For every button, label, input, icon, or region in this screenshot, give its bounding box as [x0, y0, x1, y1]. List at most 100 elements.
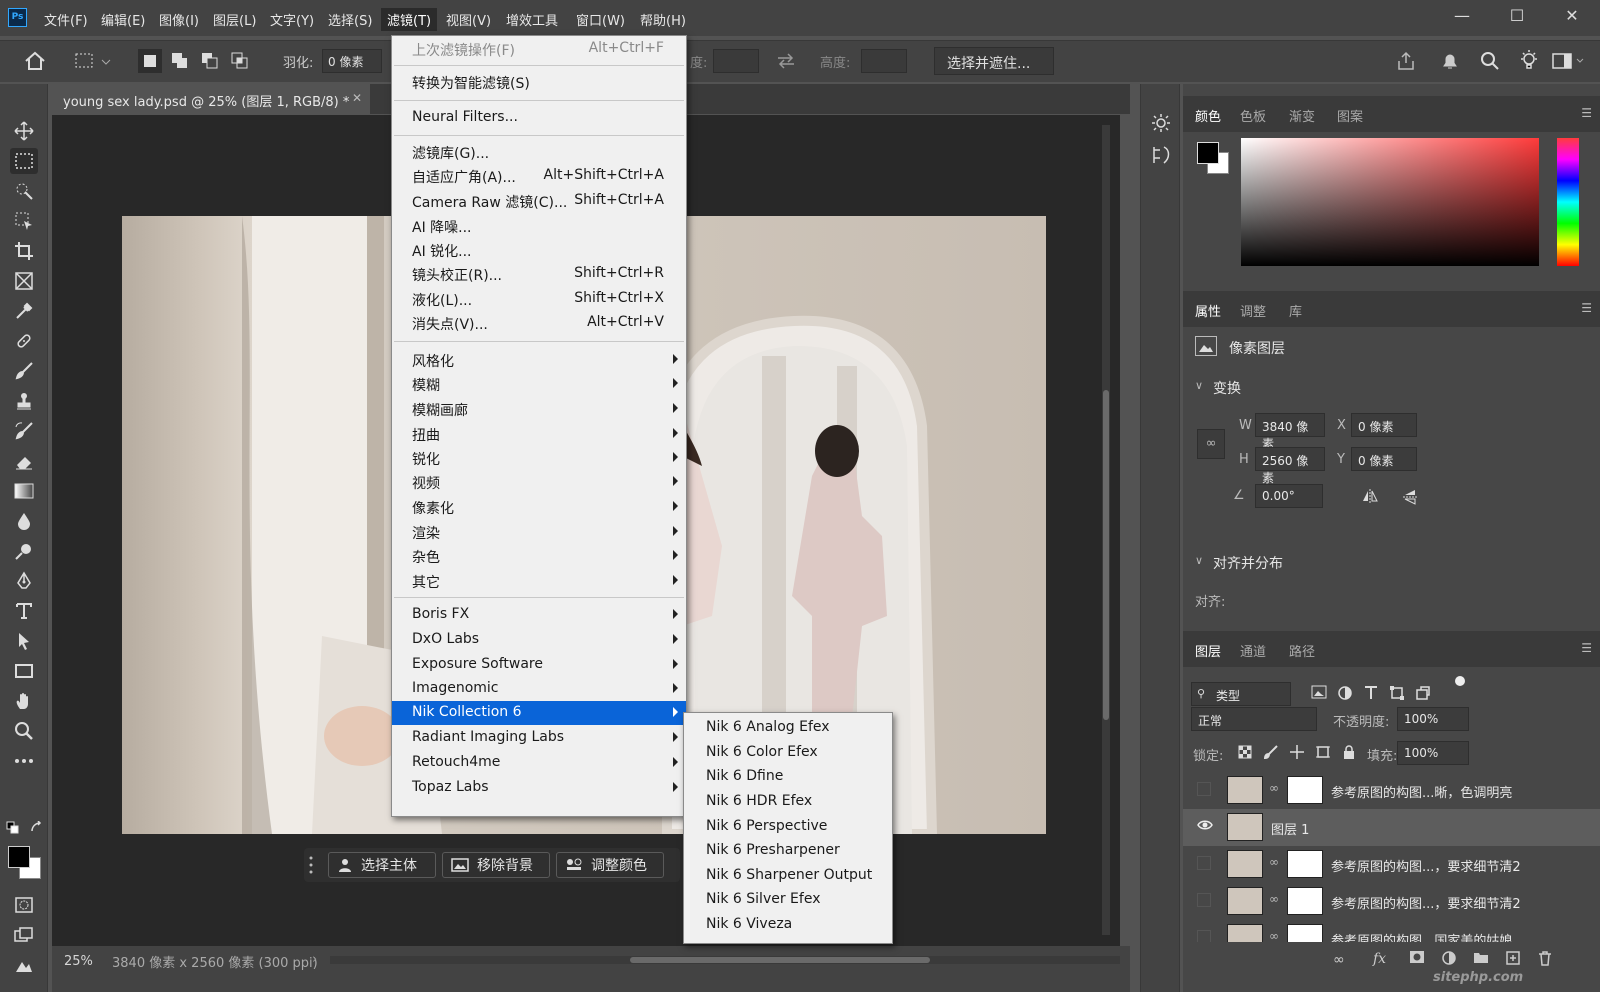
new-selection-icon[interactable] — [138, 49, 162, 73]
flip-horizontal-icon[interactable] — [1361, 488, 1379, 504]
delete-layer-icon[interactable] — [1537, 950, 1553, 966]
healing-brush-tool-icon[interactable] — [10, 328, 38, 354]
menu-help[interactable]: 帮助(H) — [634, 8, 692, 31]
menu-view[interactable]: 视图(V) — [440, 8, 497, 31]
menu-edit[interactable]: 编辑(E) — [95, 8, 151, 31]
layers-panel-menu-icon[interactable]: ☰ — [1581, 641, 1592, 655]
filter-smart-object-icon[interactable] — [1415, 685, 1431, 701]
add-mask-icon[interactable] — [1409, 950, 1425, 964]
menu-select[interactable]: 选择(S) — [322, 8, 378, 31]
layer-mask-thumbnail[interactable] — [1287, 850, 1323, 878]
layer-row[interactable]: ∞ 参考原图的构图...晰，色调明亮 — [1183, 772, 1600, 809]
menu-item-adaptive-wide-angle[interactable]: 自适应广角(A)... Alt+Shift+Ctrl+A — [392, 164, 686, 188]
intersect-selection-icon[interactable] — [228, 49, 252, 73]
menu-item-pixelate[interactable]: 像素化 — [392, 495, 686, 519]
feather-input[interactable]: 0 像素 — [322, 49, 382, 73]
menu-filter[interactable]: 滤镜(T) — [381, 8, 438, 31]
menu-item-vanishing-point[interactable]: 消失点(V)... Alt+Ctrl+V — [392, 311, 686, 335]
select-and-mask-button[interactable]: 选择并遮住... — [934, 47, 1054, 75]
transform-chevron-icon[interactable]: ∨ — [1195, 379, 1203, 392]
adjustments-panel-icon[interactable] — [1150, 144, 1172, 166]
gradient-tool-icon[interactable] — [10, 478, 38, 504]
width-input[interactable] — [713, 49, 759, 73]
visibility-toggle[interactable] — [1197, 930, 1211, 942]
close-window-icon[interactable]: ✕ — [1560, 4, 1584, 28]
lock-artboard-icon[interactable] — [1315, 744, 1331, 760]
menu-item-convert-smart-filters[interactable]: 转换为智能滤镜(S) — [392, 70, 686, 94]
visibility-toggle[interactable] — [1197, 893, 1211, 907]
align-section-title[interactable]: 对齐并分布 — [1213, 553, 1283, 573]
blur-tool-icon[interactable] — [10, 508, 38, 534]
layer-filter-select[interactable]: 类型 — [1191, 682, 1291, 706]
quick-selection-tool-icon[interactable] — [10, 178, 38, 204]
learn-panel-icon[interactable] — [1150, 112, 1172, 134]
close-tab-icon[interactable]: ✕ — [352, 91, 362, 105]
type-tool-icon[interactable] — [10, 598, 38, 624]
lock-position-icon[interactable] — [1289, 744, 1305, 760]
eyedropper-tool-icon[interactable] — [10, 298, 38, 324]
submenu-item-analog-efex[interactable]: Nik 6 Analog Efex — [706, 719, 830, 735]
menu-item-blur-gallery[interactable]: 模糊画廊 — [392, 397, 686, 421]
opacity-field[interactable]: 100% — [1397, 707, 1469, 731]
menu-image[interactable]: 图像(I) — [153, 8, 205, 31]
chain-link-icon[interactable]: ∞ — [1269, 892, 1279, 906]
submenu-item-sharpener-output[interactable]: Nik 6 Sharpener Output — [706, 867, 872, 883]
minimize-icon[interactable]: — — [1450, 4, 1474, 28]
tab-channels[interactable]: 通道 — [1240, 641, 1266, 660]
add-selection-icon[interactable] — [168, 49, 192, 73]
bell-icon[interactable] — [1440, 51, 1460, 71]
zoom-level[interactable]: 25% — [64, 954, 93, 969]
tab-libraries[interactable]: 库 — [1289, 301, 1302, 320]
menu-item-radiant-imaging-labs[interactable]: Radiant Imaging Labs — [392, 726, 686, 750]
foreground-color-swatch[interactable] — [8, 846, 30, 868]
rectangle-tool-icon[interactable] — [10, 658, 38, 684]
maximize-icon[interactable]: ☐ — [1505, 4, 1529, 28]
filter-type-icon[interactable] — [1363, 685, 1379, 701]
color-panel-menu-icon[interactable]: ☰ — [1581, 106, 1592, 120]
tab-patterns[interactable]: 图案 — [1337, 106, 1363, 125]
height-field[interactable]: 2560 像素 — [1255, 447, 1325, 485]
filter-shape-icon[interactable] — [1389, 685, 1405, 701]
screen-mode-icon[interactable] — [10, 922, 38, 948]
new-layer-icon[interactable] — [1505, 950, 1521, 966]
drag-handle-icon[interactable] — [308, 855, 314, 875]
submenu-item-presharpener[interactable]: Nik 6 Presharpener — [706, 842, 840, 858]
menu-item-liquify[interactable]: 液化(L)... Shift+Ctrl+X — [392, 287, 686, 311]
layer-mask-thumbnail[interactable] — [1287, 776, 1323, 804]
tab-paths[interactable]: 路径 — [1289, 641, 1315, 660]
new-group-icon[interactable] — [1473, 950, 1489, 964]
visibility-toggle[interactable] — [1197, 856, 1211, 870]
frame-tool-icon[interactable] — [10, 268, 38, 294]
menu-item-distort[interactable]: 扭曲 — [392, 422, 686, 446]
tab-swatches[interactable]: 色板 — [1240, 106, 1266, 125]
menu-item-exposure-software[interactable]: Exposure Software — [392, 653, 686, 677]
submenu-item-perspective[interactable]: Nik 6 Perspective — [706, 818, 827, 834]
object-selection-tool-icon[interactable] — [10, 208, 38, 234]
tab-layers[interactable]: 图层 — [1195, 641, 1221, 660]
quick-mask-icon[interactable] — [10, 892, 38, 918]
menu-item-neural-filters[interactable]: Neural Filters... — [392, 106, 686, 130]
path-selection-tool-icon[interactable] — [10, 628, 38, 654]
menu-item-sharpen[interactable]: 锐化 — [392, 446, 686, 470]
layer-row-selected[interactable]: 图层 1 — [1183, 809, 1600, 846]
brush-tool-icon[interactable] — [10, 358, 38, 384]
lock-all-icon[interactable] — [1341, 744, 1357, 760]
menu-item-filter-gallery[interactable]: 滤镜库(G)... — [392, 140, 686, 164]
link-layers-icon[interactable]: ∞ — [1333, 952, 1345, 968]
crop-tool-icon[interactable] — [10, 238, 38, 264]
chain-link-icon[interactable]: ∞ — [1269, 929, 1279, 942]
menu-item-retouch4me[interactable]: Retouch4me — [392, 751, 686, 775]
color-field[interactable] — [1241, 138, 1539, 266]
eye-icon[interactable] — [1197, 819, 1213, 833]
more-tools-icon[interactable] — [10, 748, 38, 774]
adjust-color-button[interactable]: 调整颜色 — [556, 852, 664, 878]
menu-plugins[interactable]: 增效工具 — [500, 8, 564, 31]
submenu-item-hdr-efex[interactable]: Nik 6 HDR Efex — [706, 793, 812, 809]
submenu-item-viveza[interactable]: Nik 6 Viveza — [706, 916, 792, 932]
x-field[interactable]: 0 像素 — [1351, 413, 1417, 437]
remove-background-button[interactable]: 移除背景 — [442, 852, 550, 878]
clone-stamp-tool-icon[interactable] — [10, 388, 38, 414]
fx-icon[interactable]: fx — [1373, 951, 1386, 967]
menu-item-lens-correction[interactable]: 镜头校正(R)... Shift+Ctrl+R — [392, 262, 686, 286]
menu-layer[interactable]: 图层(L) — [207, 8, 262, 31]
